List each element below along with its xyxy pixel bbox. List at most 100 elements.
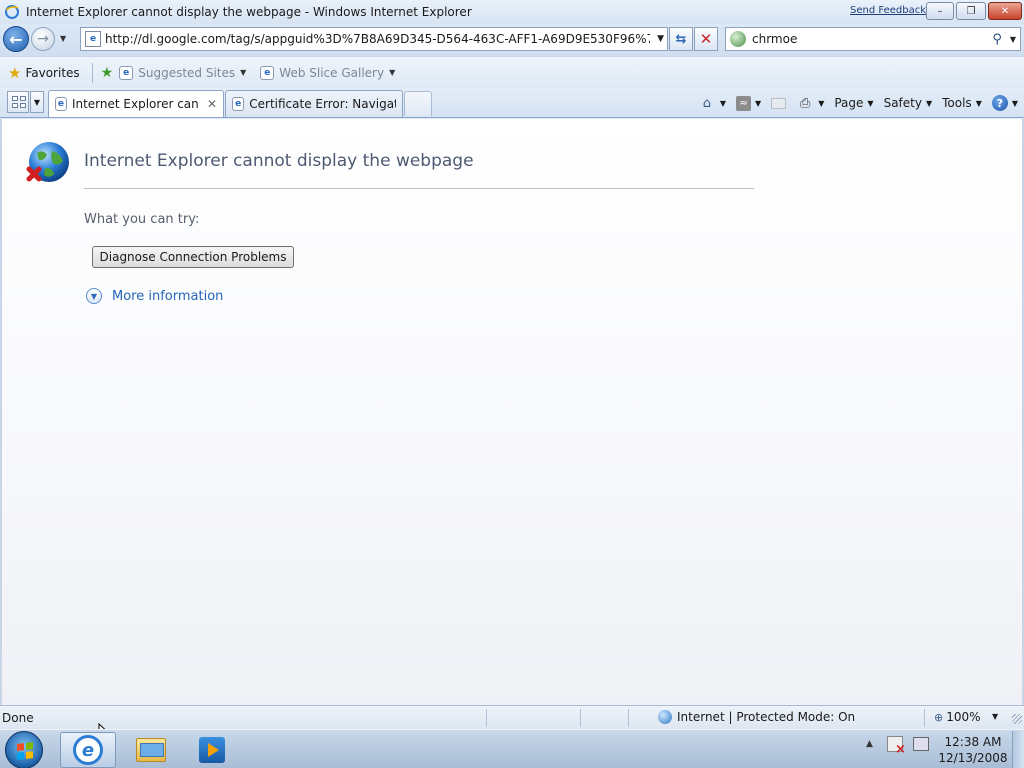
web-slice-gallery-link[interactable]: Web Slice Gallery [279, 66, 384, 80]
quick-tabs-icon-cell [20, 103, 26, 108]
restore-icon: ❐ [966, 5, 976, 17]
address-url[interactable]: http://dl.google.com/tag/s/appguid%3D%7B… [105, 32, 650, 46]
home-button[interactable]: ⌂ ▼ [698, 95, 726, 111]
favorites-button[interactable]: Favorites [25, 66, 79, 80]
diagnose-connection-problems-button[interactable]: Diagnose Connection Problems [92, 246, 294, 268]
favorites-bar: ★ Favorites ★ e Suggested Sites ▼ e Web … [0, 56, 1024, 88]
clock-date: 12/13/2008 [938, 751, 1008, 765]
web-slice-gallery-dropdown-icon[interactable]: ▼ [389, 68, 395, 77]
new-tab-button[interactable] [404, 91, 432, 116]
navigation-bar: ← → ▼ e http://dl.google.com/tag/s/appgu… [0, 24, 1024, 56]
tools-menu[interactable]: Tools ▼ [942, 96, 982, 110]
chevron-down-icon[interactable]: ▼ [86, 288, 102, 304]
page-menu-label: Page [834, 96, 864, 110]
tab-label: Certificate Error: Navigatio... [249, 97, 396, 111]
refresh-icon: ⇆ [675, 31, 687, 47]
stop-button[interactable]: ✕ [694, 27, 718, 51]
security-zone-label: Internet | Protected Mode: On [677, 710, 856, 724]
zoom-dropdown-icon[interactable]: ▼ [992, 712, 998, 721]
clock-time: 12:38 AM [944, 735, 1002, 749]
favorites-divider [91, 62, 93, 83]
add-to-favorites-bar-icon[interactable]: ★ [101, 65, 114, 81]
taskbar-windows-explorer[interactable] [134, 732, 168, 768]
system-clock[interactable]: 12:38 AM 12/13/2008 [938, 734, 1008, 766]
safety-menu[interactable]: Safety ▼ [884, 96, 933, 110]
start-button[interactable] [5, 731, 43, 768]
home-dropdown-icon[interactable]: ▼ [720, 99, 726, 108]
address-bar[interactable]: e http://dl.google.com/tag/s/appguid%3D%… [80, 27, 668, 51]
search-options-dropdown-icon[interactable]: ▼ [1010, 35, 1016, 44]
network-icon[interactable] [912, 737, 929, 751]
feeds-button[interactable]: ≈ ▼ [736, 95, 761, 111]
more-information-toggle[interactable]: ▼ More information [86, 288, 223, 304]
page-menu[interactable]: Page ▼ [834, 96, 873, 110]
favorites-star-icon[interactable]: ★ [8, 64, 21, 82]
status-divider [486, 709, 487, 727]
close-button[interactable]: ✕ [988, 2, 1022, 20]
ie-logo-icon [5, 5, 19, 19]
page-content: Internet Explorer cannot display the web… [0, 119, 1024, 705]
tools-dropdown-icon: ▼ [975, 98, 982, 108]
taskbar-internet-explorer[interactable]: e [60, 732, 116, 768]
help-dropdown-icon: ▼ [1011, 98, 1018, 108]
print-button[interactable]: ⎙ ▼ [796, 95, 824, 111]
back-button[interactable]: ← [3, 26, 29, 52]
address-dropdown-icon[interactable]: ▼ [657, 34, 664, 44]
feeds-dropdown-icon[interactable]: ▼ [755, 99, 761, 108]
show-hidden-icons-button[interactable]: ▲ [866, 739, 873, 749]
what-you-can-try-label: What you can try: [84, 212, 200, 227]
zoom-level-button[interactable]: ⊕ 100% [934, 710, 981, 724]
show-desktop-button[interactable] [1012, 731, 1024, 768]
send-feedback-link[interactable]: Send Feedback [850, 5, 926, 16]
folder-icon [136, 738, 166, 762]
forward-button[interactable]: → [31, 27, 55, 51]
print-dropdown-icon[interactable]: ▼ [818, 99, 824, 108]
read-mail-button[interactable] [771, 97, 787, 109]
quick-tabs-button[interactable] [7, 91, 29, 113]
tab-bar: ▼ e Internet Explorer canno... ✕ e Certi… [0, 88, 1024, 118]
window-title: Internet Explorer cannot display the web… [26, 5, 472, 19]
tab-certificate-error[interactable]: e Certificate Error: Navigatio... [225, 90, 403, 117]
title-divider [84, 188, 754, 189]
close-icon: ✕ [1000, 5, 1010, 17]
page-title: Internet Explorer cannot display the web… [84, 151, 474, 171]
back-arrow-icon: ← [9, 29, 23, 49]
home-icon: ⌂ [702, 95, 712, 111]
more-information-link[interactable]: More information [112, 289, 223, 304]
zoom-level: 100% [946, 710, 981, 724]
status-divider [924, 709, 925, 727]
security-zone[interactable]: Internet | Protected Mode: On [658, 710, 855, 724]
tab-label: Internet Explorer canno... [71, 97, 199, 111]
status-bar: Done Internet | Protected Mode: On ⊕ 100… [0, 705, 1024, 729]
suggested-sites-dropdown-icon[interactable]: ▼ [240, 68, 246, 77]
safety-dropdown-icon: ▼ [925, 98, 933, 108]
status-text: Done [2, 711, 34, 725]
suggested-sites-icon: e [119, 65, 134, 80]
help-menu[interactable]: ? ▼ [991, 95, 1018, 111]
quick-tabs-icon-cell [12, 103, 18, 108]
tab-internet-explorer-cannot-display[interactable]: e Internet Explorer canno... ✕ [48, 90, 224, 117]
search-icon[interactable]: ⚲ [992, 32, 1002, 47]
tab-list-dropdown[interactable]: ▼ [30, 91, 44, 113]
recent-pages-dropdown[interactable]: ▼ [60, 34, 66, 43]
safety-menu-label: Safety [883, 96, 922, 110]
status-divider [628, 709, 629, 727]
search-input[interactable]: chrmoe [752, 32, 992, 46]
search-box[interactable]: chrmoe ⚲ ▼ [725, 27, 1021, 51]
web-slice-gallery-icon: e [260, 65, 275, 80]
command-bar: ⌂ ▼ ≈ ▼ ⎙ ▼ Page ▼ Safety ▼ Tools ▼ ? ▼ [688, 91, 1018, 115]
minimize-button[interactable]: – [926, 2, 954, 20]
action-center-alert-icon[interactable] [886, 736, 906, 757]
refresh-button[interactable]: ⇆ [669, 27, 693, 51]
mail-icon [771, 97, 787, 109]
restore-button[interactable]: ❐ [956, 2, 986, 20]
suggested-sites-link[interactable]: Suggested Sites [138, 66, 235, 80]
status-divider [580, 709, 581, 727]
forward-arrow-icon: → [37, 31, 49, 47]
taskbar: e ▲ 12:38 AM 12/13/2008 [0, 729, 1024, 768]
zoom-magnifier-icon: ⊕ [934, 710, 944, 724]
tools-menu-label: Tools [942, 96, 972, 110]
resize-grip-icon[interactable] [1012, 714, 1022, 724]
taskbar-media-player[interactable] [196, 732, 228, 768]
tab-close-icon[interactable]: ✕ [207, 97, 217, 111]
